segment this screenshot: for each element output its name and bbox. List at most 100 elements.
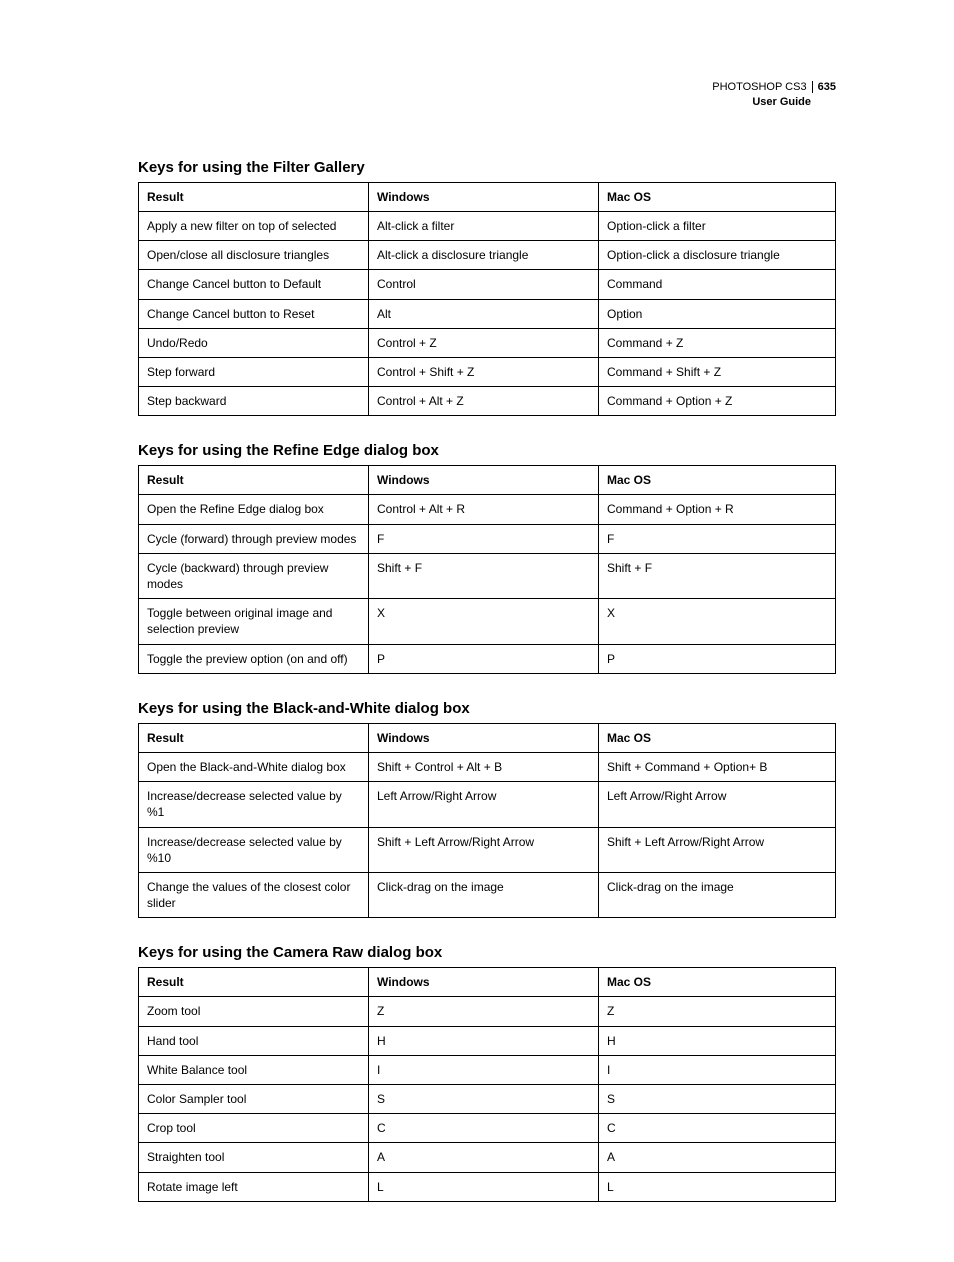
cell-result: Apply a new filter on top of selected [139,211,369,240]
cell-macos: Command + Shift + Z [599,357,836,386]
header-doc-title: User Guide [138,95,836,110]
table-header-row: ResultWindowsMac OS [139,182,836,211]
table-header-row: ResultWindowsMac OS [139,968,836,997]
cell-result: Change the values of the closest color s… [139,872,369,917]
table-row: Open the Black-and-White dialog boxShift… [139,752,836,781]
cell-result: Change Cancel button to Reset [139,299,369,328]
header-product: PHOTOSHOP CS3 [712,81,806,93]
cell-macos: Command + Option + R [599,495,836,524]
cell-windows: Shift + Left Arrow/Right Arrow [369,827,599,872]
column-header-macos: Mac OS [599,466,836,495]
section-title: Keys for using the Refine Edge dialog bo… [138,442,836,459]
cell-macos: Command + Option + Z [599,387,836,416]
cell-result: Open the Black-and-White dialog box [139,752,369,781]
column-header-result: Result [139,182,369,211]
table-row: Rotate image leftLL [139,1172,836,1201]
cell-result: Color Sampler tool [139,1085,369,1114]
table-row: Toggle between original image and select… [139,599,836,644]
column-header-macos: Mac OS [599,968,836,997]
table-row: Change the values of the closest color s… [139,872,836,917]
cell-macos: C [599,1114,836,1143]
cell-windows: Alt-click a filter [369,211,599,240]
cell-result: Hand tool [139,1026,369,1055]
table-row: Increase/decrease selected value by %10S… [139,827,836,872]
page: PHOTOSHOP CS3 635 User Guide Keys for us… [0,0,954,1262]
cell-windows: Alt [369,299,599,328]
cell-result: Step backward [139,387,369,416]
cell-macos: Command [599,270,836,299]
cell-macos: Shift + Left Arrow/Right Arrow [599,827,836,872]
cell-macos: Shift + F [599,553,836,598]
cell-windows: P [369,644,599,673]
shortcut-table: ResultWindowsMac OSZoom toolZZHand toolH… [138,967,836,1202]
column-header-windows: Windows [369,466,599,495]
table-row: Toggle the preview option (on and off)PP [139,644,836,673]
cell-windows: Shift + F [369,553,599,598]
column-header-macos: Mac OS [599,182,836,211]
table-row: Cycle (forward) through preview modesFF [139,524,836,553]
cell-windows: I [369,1055,599,1084]
table-header-row: ResultWindowsMac OS [139,466,836,495]
column-header-result: Result [139,968,369,997]
cell-macos: Click-drag on the image [599,872,836,917]
cell-windows: C [369,1114,599,1143]
table-row: Increase/decrease selected value by %1Le… [139,782,836,827]
cell-windows: Control + Alt + Z [369,387,599,416]
cell-macos: X [599,599,836,644]
cell-result: Crop tool [139,1114,369,1143]
section-title: Keys for using the Filter Gallery [138,159,836,176]
cell-result: Cycle (backward) through preview modes [139,553,369,598]
table-row: Open the Refine Edge dialog boxControl +… [139,495,836,524]
cell-windows: Shift + Control + Alt + B [369,752,599,781]
header-line-1: PHOTOSHOP CS3 635 [138,80,836,95]
table-row: Step forwardControl + Shift + ZCommand +… [139,357,836,386]
cell-windows: F [369,524,599,553]
cell-macos: L [599,1172,836,1201]
cell-result: Cycle (forward) through preview modes [139,524,369,553]
table-row: Cycle (backward) through preview modesSh… [139,553,836,598]
cell-result: White Balance tool [139,1055,369,1084]
cell-windows: Control + Alt + R [369,495,599,524]
table-row: Step backwardControl + Alt + ZCommand + … [139,387,836,416]
cell-result: Change Cancel button to Default [139,270,369,299]
shortcut-table: ResultWindowsMac OSApply a new filter on… [138,182,836,417]
header-page-number: 635 [812,81,836,93]
cell-result: Rotate image left [139,1172,369,1201]
shortcut-table: ResultWindowsMac OSOpen the Black-and-Wh… [138,723,836,919]
table-row: Color Sampler toolSS [139,1085,836,1114]
cell-windows: A [369,1143,599,1172]
cell-result: Step forward [139,357,369,386]
cell-result: Increase/decrease selected value by %1 [139,782,369,827]
cell-windows: L [369,1172,599,1201]
running-header: PHOTOSHOP CS3 635 User Guide [138,80,836,111]
cell-windows: Z [369,997,599,1026]
cell-result: Toggle the preview option (on and off) [139,644,369,673]
cell-macos: I [599,1055,836,1084]
column-header-windows: Windows [369,968,599,997]
section-title: Keys for using the Camera Raw dialog box [138,944,836,961]
cell-windows: Control + Shift + Z [369,357,599,386]
table-row: Open/close all disclosure trianglesAlt-c… [139,241,836,270]
table-row: Hand toolHH [139,1026,836,1055]
cell-result: Undo/Redo [139,328,369,357]
cell-result: Open/close all disclosure triangles [139,241,369,270]
cell-macos: Option [599,299,836,328]
table-header-row: ResultWindowsMac OS [139,723,836,752]
cell-result: Zoom tool [139,997,369,1026]
cell-windows: Click-drag on the image [369,872,599,917]
table-row: Apply a new filter on top of selectedAlt… [139,211,836,240]
cell-windows: Control + Z [369,328,599,357]
cell-windows: S [369,1085,599,1114]
cell-macos: A [599,1143,836,1172]
cell-windows: X [369,599,599,644]
cell-macos: Shift + Command + Option+ B [599,752,836,781]
cell-result: Straighten tool [139,1143,369,1172]
cell-macos: H [599,1026,836,1055]
cell-macos: S [599,1085,836,1114]
column-header-macos: Mac OS [599,723,836,752]
cell-windows: H [369,1026,599,1055]
cell-macos: Command + Z [599,328,836,357]
cell-windows: Left Arrow/Right Arrow [369,782,599,827]
table-row: Change Cancel button to DefaultControlCo… [139,270,836,299]
cell-windows: Control [369,270,599,299]
